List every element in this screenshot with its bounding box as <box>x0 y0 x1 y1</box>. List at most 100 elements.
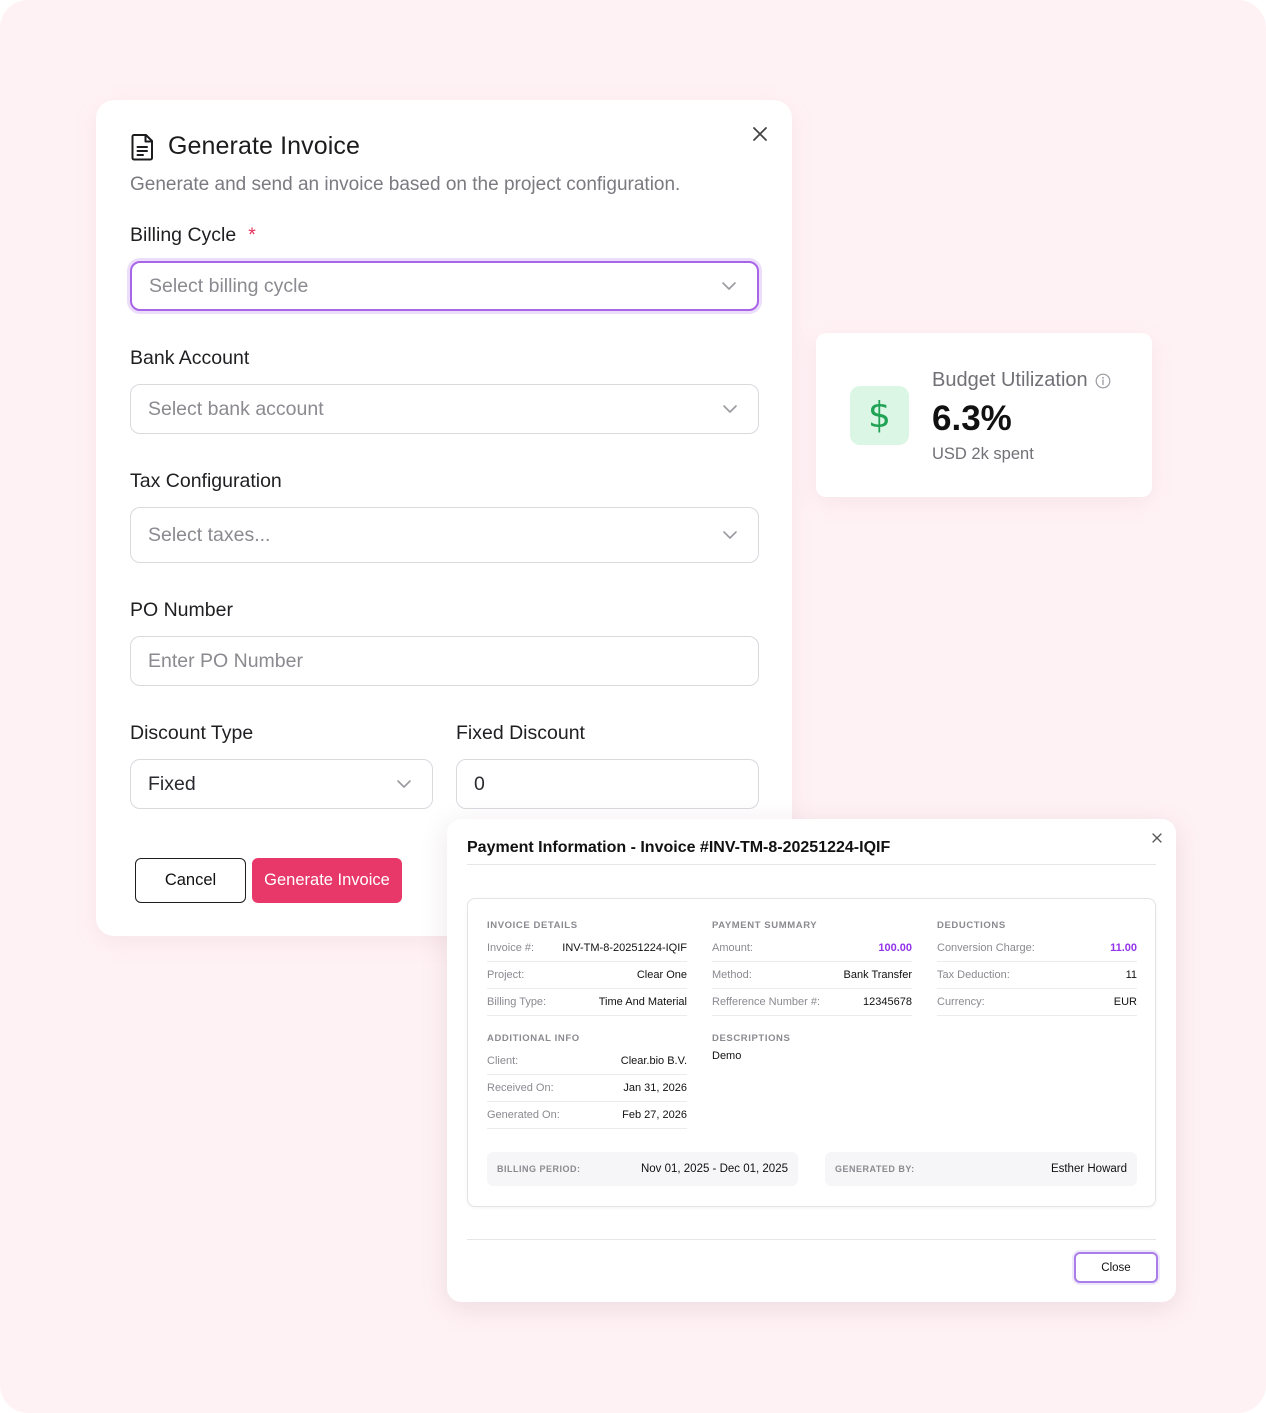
deductions-section: DEDUCTIONS Conversion Charge: 11.00 Tax D… <box>937 920 1137 1016</box>
kv-row: Method: Bank Transfer <box>712 962 912 989</box>
invoice-details-section: INVOICE DETAILS Invoice #: INV-TM-8-20251… <box>487 920 687 1016</box>
additional-info-section: ADDITIONAL INFO Client: Clear.bio B.V. Re… <box>487 1033 687 1129</box>
info-icon[interactable] <box>1095 373 1111 389</box>
kv-value: Time And Material <box>598 996 687 1008</box>
kv-value: Clear One <box>636 969 687 981</box>
kv-row: Billing Type: Time And Material <box>487 989 687 1016</box>
kv-value: 12345678 <box>863 996 912 1008</box>
required-mark: * <box>248 224 256 246</box>
kv-key: Refference Number #: <box>712 996 821 1008</box>
kv-value: Clear.bio B.V. <box>620 1055 687 1067</box>
kv-row: Amount: 100.00 <box>712 935 912 962</box>
kv-key: Received On: <box>487 1082 554 1094</box>
billing-cycle-placeholder: Select billing cycle <box>149 274 309 297</box>
chevron-down-icon <box>722 404 738 414</box>
generated-by-value: Esther Howard <box>1050 1163 1127 1175</box>
kv-value: EUR <box>1113 996 1137 1008</box>
budget-label-text: Budget Utilization <box>932 369 1088 391</box>
kv-row: Received On: Jan 31, 2026 <box>487 1075 687 1102</box>
billing-period-pill: BILLING PERIOD: Nov 01, 2025 - Dec 01, 2… <box>487 1152 798 1186</box>
conversion-charge-value: 11.00 <box>1110 942 1137 954</box>
kv-row: Currency: EUR <box>937 989 1137 1016</box>
bank-account-placeholder: Select bank account <box>148 397 324 420</box>
kv-row: Tax Deduction: 11 <box>937 962 1137 989</box>
fixed-discount-input[interactable] <box>474 772 758 796</box>
po-number-input[interactable] <box>148 649 758 673</box>
kv-key: Conversion Charge: <box>937 942 1035 954</box>
kv-key: Generated On: <box>487 1109 560 1121</box>
payment-summary-section: PAYMENT SUMMARY Amount: 100.00 Method: Ban… <box>712 920 912 1016</box>
document-icon <box>130 133 156 161</box>
kv-key: Method: <box>712 969 752 981</box>
generated-by-key: GENERATED BY: <box>835 1164 915 1174</box>
kv-row: Generated On: Feb 27, 2026 <box>487 1102 687 1129</box>
fixed-discount-field[interactable] <box>456 759 759 809</box>
chevron-down-icon <box>396 779 412 789</box>
kv-row: Conversion Charge: 11.00 <box>937 935 1137 962</box>
po-number-field[interactable] <box>130 636 759 686</box>
kv-key: Tax Deduction: <box>937 969 1010 981</box>
kv-value: Jan 31, 2026 <box>623 1082 687 1094</box>
close-icon[interactable] <box>1147 828 1167 848</box>
budget-utilization-card: $ Budget Utilization 6.3% USD 2k spent <box>816 333 1152 497</box>
generated-by-pill: GENERATED BY: Esther Howard <box>825 1152 1137 1186</box>
amount-value: 100.00 <box>878 942 912 954</box>
kv-key: Amount: <box>712 942 753 954</box>
dialog-title: Generate Invoice <box>168 132 360 160</box>
section-title: INVOICE DETAILS <box>487 920 578 931</box>
discount-type-select[interactable]: Fixed <box>130 759 433 809</box>
payment-details-card: INVOICE DETAILS Invoice #: INV-TM-8-20251… <box>467 898 1156 1207</box>
kv-value: Bank Transfer <box>843 969 912 981</box>
section-title: DEDUCTIONS <box>937 920 1006 931</box>
kv-row: Invoice #: INV-TM-8-20251224-IQIF <box>487 935 687 962</box>
billing-period-value: Nov 01, 2025 - Dec 01, 2025 <box>640 1163 788 1175</box>
section-title: DESCRIPTIONS <box>712 1033 791 1044</box>
dollar-icon: $ <box>850 386 909 445</box>
divider <box>467 1239 1156 1240</box>
close-icon[interactable] <box>746 120 774 148</box>
billing-cycle-select[interactable]: Select billing cycle <box>130 261 759 311</box>
section-title: ADDITIONAL INFO <box>487 1033 580 1044</box>
dialog-subtitle: Generate and send an invoice based on th… <box>130 174 681 195</box>
billing-period-key: BILLING PERIOD: <box>497 1164 581 1174</box>
description-value: Demo <box>712 1050 742 1062</box>
kv-row: Refference Number #: 12345678 <box>712 989 912 1016</box>
tax-configuration-select[interactable]: Select taxes... <box>130 507 759 563</box>
background-canvas: Generate Invoice Generate and send an in… <box>0 0 1266 1413</box>
dialog-header: Generate Invoice <box>130 132 360 161</box>
kv-value: INV-TM-8-20251224-IQIF <box>562 942 687 954</box>
budget-value: 6.3% <box>932 399 1012 438</box>
billing-cycle-label: Billing Cycle * <box>130 224 256 247</box>
chevron-down-icon <box>721 281 737 291</box>
budget-label: Budget Utilization <box>932 369 1111 392</box>
discount-type-value: Fixed <box>148 772 196 795</box>
divider <box>467 864 1156 865</box>
descriptions-section: DESCRIPTIONS Demo <box>712 1033 912 1062</box>
kv-value: Feb 27, 2026 <box>622 1109 687 1121</box>
generate-invoice-button[interactable]: Generate Invoice <box>252 858 402 903</box>
bank-account-select[interactable]: Select bank account <box>130 384 759 434</box>
kv-key: Client: <box>487 1055 519 1067</box>
generate-invoice-dialog: Generate Invoice Generate and send an in… <box>96 100 792 936</box>
tax-configuration-placeholder: Select taxes... <box>148 523 271 546</box>
kv-value: 11 <box>1125 969 1137 981</box>
cancel-button[interactable]: Cancel <box>135 858 246 903</box>
section-title: PAYMENT SUMMARY <box>712 920 818 931</box>
kv-key: Project: <box>487 969 525 981</box>
discount-type-label: Discount Type <box>130 722 254 744</box>
kv-key: Currency: <box>937 996 985 1008</box>
fixed-discount-label: Fixed Discount <box>456 722 585 744</box>
kv-row: Client: Clear.bio B.V. <box>487 1048 687 1075</box>
tax-configuration-label: Tax Configuration <box>130 470 282 492</box>
billing-cycle-label-text: Billing Cycle <box>130 224 237 246</box>
kv-key: Billing Type: <box>487 996 547 1008</box>
bank-account-label: Bank Account <box>130 347 250 369</box>
payment-information-modal: Payment Information - Invoice #INV-TM-8-… <box>447 819 1176 1302</box>
kv-row: Project: Clear One <box>487 962 687 989</box>
po-number-label: PO Number <box>130 599 233 621</box>
chevron-down-icon <box>722 530 738 540</box>
kv-key: Invoice #: <box>487 942 535 954</box>
close-button[interactable]: Close <box>1074 1252 1158 1283</box>
payment-modal-title: Payment Information - Invoice #INV-TM-8-… <box>467 839 891 856</box>
budget-spent: USD 2k spent <box>932 445 1034 463</box>
